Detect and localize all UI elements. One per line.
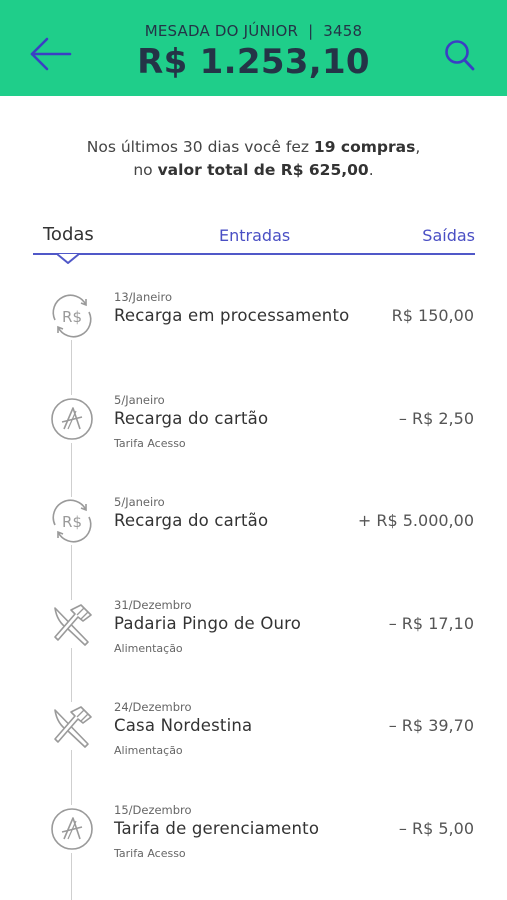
summary-period: . — [368, 161, 374, 179]
acesso-logo-icon — [48, 395, 96, 443]
transaction-amount: – R$ 39,70 — [388, 716, 474, 735]
fork-knife-icon — [48, 600, 96, 648]
transaction-date: 13/Janeiro — [114, 290, 173, 304]
tab-outgoing[interactable]: Saídas — [422, 226, 475, 245]
svg-text:R$: R$ — [62, 513, 82, 531]
transaction-row[interactable]: 31/Dezembro Padaria Pingo de Ouro Alimen… — [0, 598, 507, 670]
recharge-icon: R$ — [48, 292, 96, 340]
transaction-row[interactable]: 5/Janeiro Recarga do cartão Tarifa Acess… — [0, 393, 507, 465]
transaction-row[interactable]: R$ 5/Janeiro Recarga do cartão + R$ 5.00… — [0, 495, 507, 567]
acesso-logo-icon — [48, 805, 96, 853]
selected-tab-indicator — [57, 253, 79, 264]
tabs-underline — [33, 253, 475, 255]
transaction-amount: – R$ 17,10 — [388, 614, 474, 633]
transaction-date: 5/Janeiro — [114, 495, 165, 509]
filter-tabs: Todas Entradas Saídas — [33, 224, 475, 256]
summary-comma: , — [415, 138, 421, 156]
transaction-category: Alimentação — [114, 642, 183, 655]
svg-text:R$: R$ — [62, 308, 82, 326]
account-label: MESADA DO JÚNIOR — [144, 22, 299, 40]
transaction-title: Casa Nordestina — [114, 716, 253, 735]
transaction-row[interactable]: 24/Dezembro Casa Nordestina Alimentação … — [0, 700, 507, 772]
summary-prefix-2: no — [133, 161, 158, 179]
fork-knife-icon — [48, 702, 96, 750]
transaction-title: Recarga do cartão — [114, 511, 269, 530]
account-number: 3458 — [323, 22, 363, 40]
transaction-amount: – R$ 5,00 — [398, 819, 474, 838]
balance: R$ 1.253,10 — [137, 42, 370, 82]
separator: | — [303, 22, 319, 40]
transaction-category: Tarifa Acesso — [114, 847, 186, 860]
transaction-amount: R$ 150,00 — [391, 306, 474, 325]
tab-incoming[interactable]: Entradas — [219, 226, 290, 245]
recharge-icon: R$ — [48, 497, 96, 545]
transaction-title: Recarga em processamento — [114, 306, 350, 325]
transaction-title: Recarga do cartão — [114, 409, 269, 428]
transaction-category: Alimentação — [114, 744, 183, 757]
transaction-date: 31/Dezembro — [114, 598, 192, 612]
transaction-title: Padaria Pingo de Ouro — [114, 614, 302, 633]
transaction-title: Tarifa de gerenciamento — [114, 819, 320, 838]
total-value: valor total de R$ 625,00 — [157, 161, 369, 179]
transaction-date: 24/Dezembro — [114, 700, 192, 714]
summary-prefix: Nos últimos 30 dias você fez — [86, 138, 314, 156]
transaction-row[interactable]: 15/Dezembro Tarifa de gerenciamento Tari… — [0, 803, 507, 875]
summary-line-2: no valor total de R$ 625,00. — [0, 159, 507, 182]
transaction-date: 5/Janeiro — [114, 393, 165, 407]
search-icon — [445, 40, 475, 71]
transaction-amount: + R$ 5.000,00 — [357, 511, 474, 530]
tab-all[interactable]: Todas — [43, 224, 94, 245]
transaction-row[interactable]: R$ 13/Janeiro Recarga em processamento R… — [0, 290, 507, 362]
transaction-category: Tarifa Acesso — [114, 437, 186, 450]
purchase-count: 19 compras — [313, 138, 416, 156]
search-button[interactable] — [440, 36, 480, 76]
transaction-amount: – R$ 2,50 — [398, 409, 474, 428]
account-subtitle: MESADA DO JÚNIOR | 3458 — [0, 22, 507, 40]
app-header: MESADA DO JÚNIOR | 3458 R$ 1.253,10 — [0, 0, 507, 96]
summary-text: Nos últimos 30 dias você fez 19 compras,… — [0, 136, 507, 182]
summary-line-1: Nos últimos 30 dias você fez 19 compras, — [0, 136, 507, 159]
transaction-date: 15/Dezembro — [114, 803, 192, 817]
